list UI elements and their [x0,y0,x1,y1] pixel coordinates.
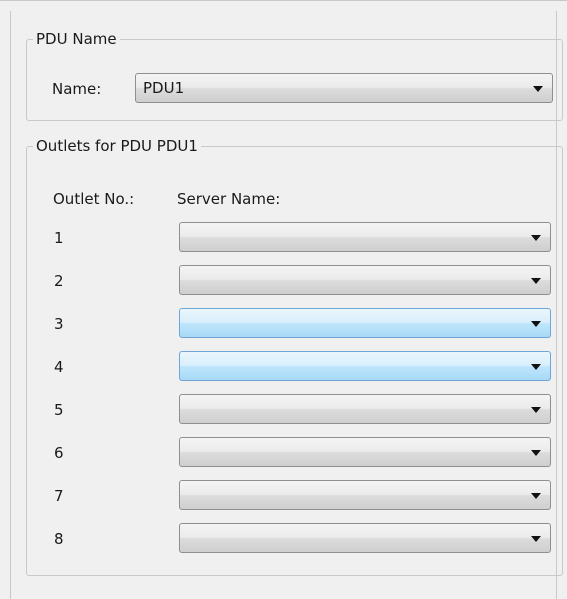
outlets-group: Outlets for PDU PDU1 Outlet No.: Server … [26,136,563,576]
name-label: Name: [52,80,102,98]
outlet-number: 7 [54,487,64,505]
chevron-down-icon[interactable] [531,493,541,499]
server-name-select[interactable] [179,523,551,553]
server-name-select[interactable] [179,480,551,510]
chevron-down-icon[interactable] [531,450,541,456]
outlet-number: 8 [54,530,64,548]
outlet-number: 5 [54,401,64,419]
outlet-number: 3 [54,315,64,333]
server-name-select[interactable] [179,437,551,467]
pdu-name-select[interactable]: PDU1 [135,73,553,103]
pdu-name-group: PDU Name Name: PDU1 [26,29,563,121]
chevron-down-icon[interactable] [531,407,541,413]
outlet-number: 2 [54,272,64,290]
chevron-down-icon[interactable] [531,536,541,542]
server-name-header: Server Name: [177,190,281,208]
outlets-legend: Outlets for PDU PDU1 [33,136,201,156]
chevron-down-icon[interactable] [531,321,541,327]
outlet-number: 1 [54,229,64,247]
outlet-number-header: Outlet No.: [53,190,135,208]
chevron-down-icon[interactable] [533,86,543,92]
outlet-number: 6 [54,444,64,462]
chevron-down-icon[interactable] [531,235,541,241]
server-name-select[interactable] [179,394,551,424]
server-name-select[interactable] [179,222,551,252]
dialog-panel: PDU Name Name: PDU1 Outlets for PDU PDU1… [0,0,567,599]
server-name-select[interactable] [179,308,551,338]
server-name-select[interactable] [179,351,551,381]
pdu-name-value: PDU1 [143,79,185,97]
outlet-number: 4 [54,358,64,376]
server-name-select[interactable] [179,265,551,295]
chevron-down-icon[interactable] [531,278,541,284]
chevron-down-icon[interactable] [531,364,541,370]
pdu-name-legend: PDU Name [33,29,120,49]
